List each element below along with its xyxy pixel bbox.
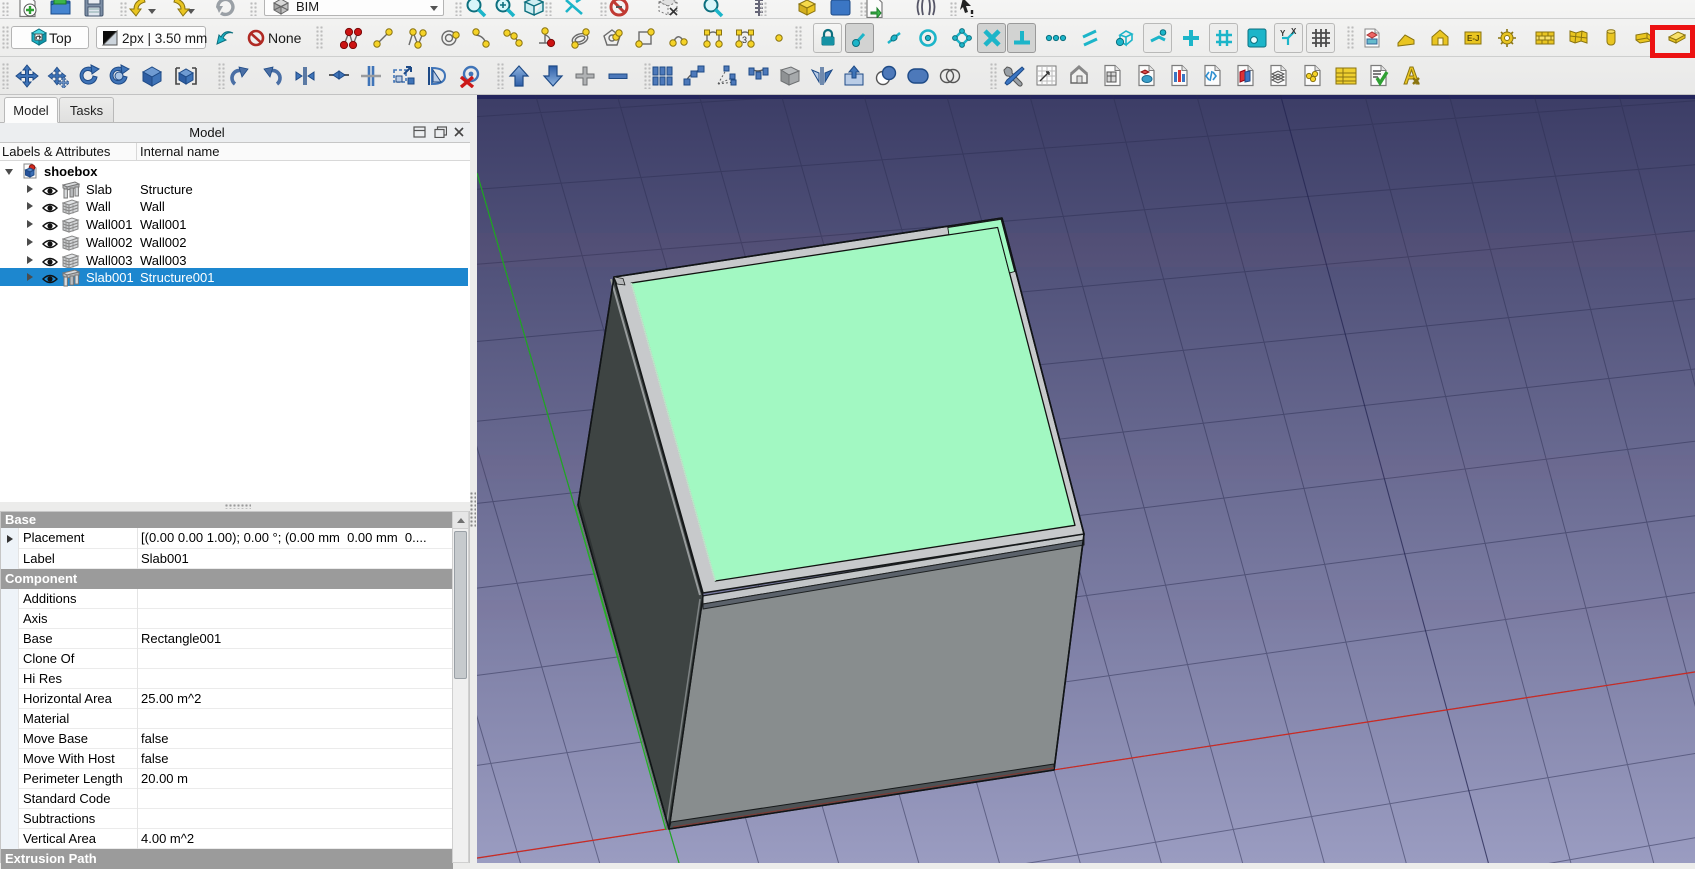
svg-text:E-J: E-J: [1467, 34, 1479, 43]
svg-text:3: 3: [742, 35, 747, 45]
svg-text:X: X: [1291, 27, 1297, 36]
svg-text:Y: Y: [1280, 29, 1286, 38]
